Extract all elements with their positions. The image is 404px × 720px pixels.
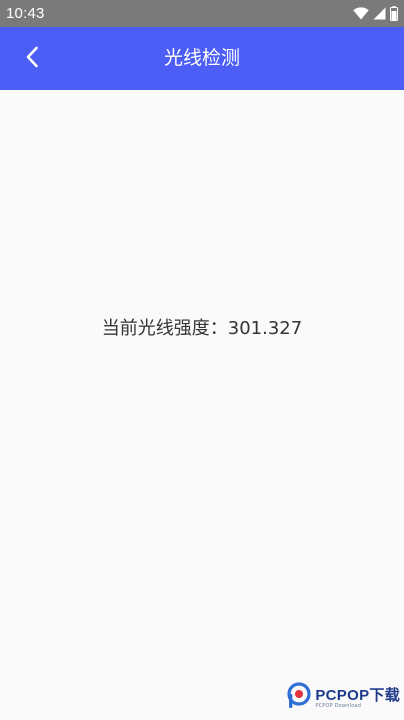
watermark: PCPOP下载 PCPOP Download xyxy=(286,682,400,714)
status-bar: 10:43 xyxy=(0,0,404,27)
app-bar: 光线检测 xyxy=(0,27,404,90)
chevron-left-icon xyxy=(25,46,39,72)
signal-icon xyxy=(373,7,386,20)
wifi-icon xyxy=(353,7,369,20)
light-intensity-value: 301.327 xyxy=(227,318,303,339)
watermark-brand: PCPOP下载 xyxy=(315,686,400,704)
light-intensity-label: 当前光线强度： xyxy=(101,318,228,339)
light-intensity-reading: 当前光线强度：301.327 xyxy=(0,316,404,342)
pcpop-logo-icon xyxy=(286,682,312,714)
battery-icon xyxy=(390,6,398,21)
watermark-text: PCPOP下载 PCPOP Download xyxy=(315,688,400,709)
status-time: 10:43 xyxy=(6,5,45,22)
watermark-subtitle: PCPOP Download xyxy=(315,702,362,709)
main-content: 当前光线强度：301.327 PCPOP下载 PCPOP Download xyxy=(0,90,404,720)
status-icons xyxy=(353,5,398,22)
page-title: 光线检测 xyxy=(163,47,240,69)
back-button[interactable] xyxy=(14,41,50,77)
